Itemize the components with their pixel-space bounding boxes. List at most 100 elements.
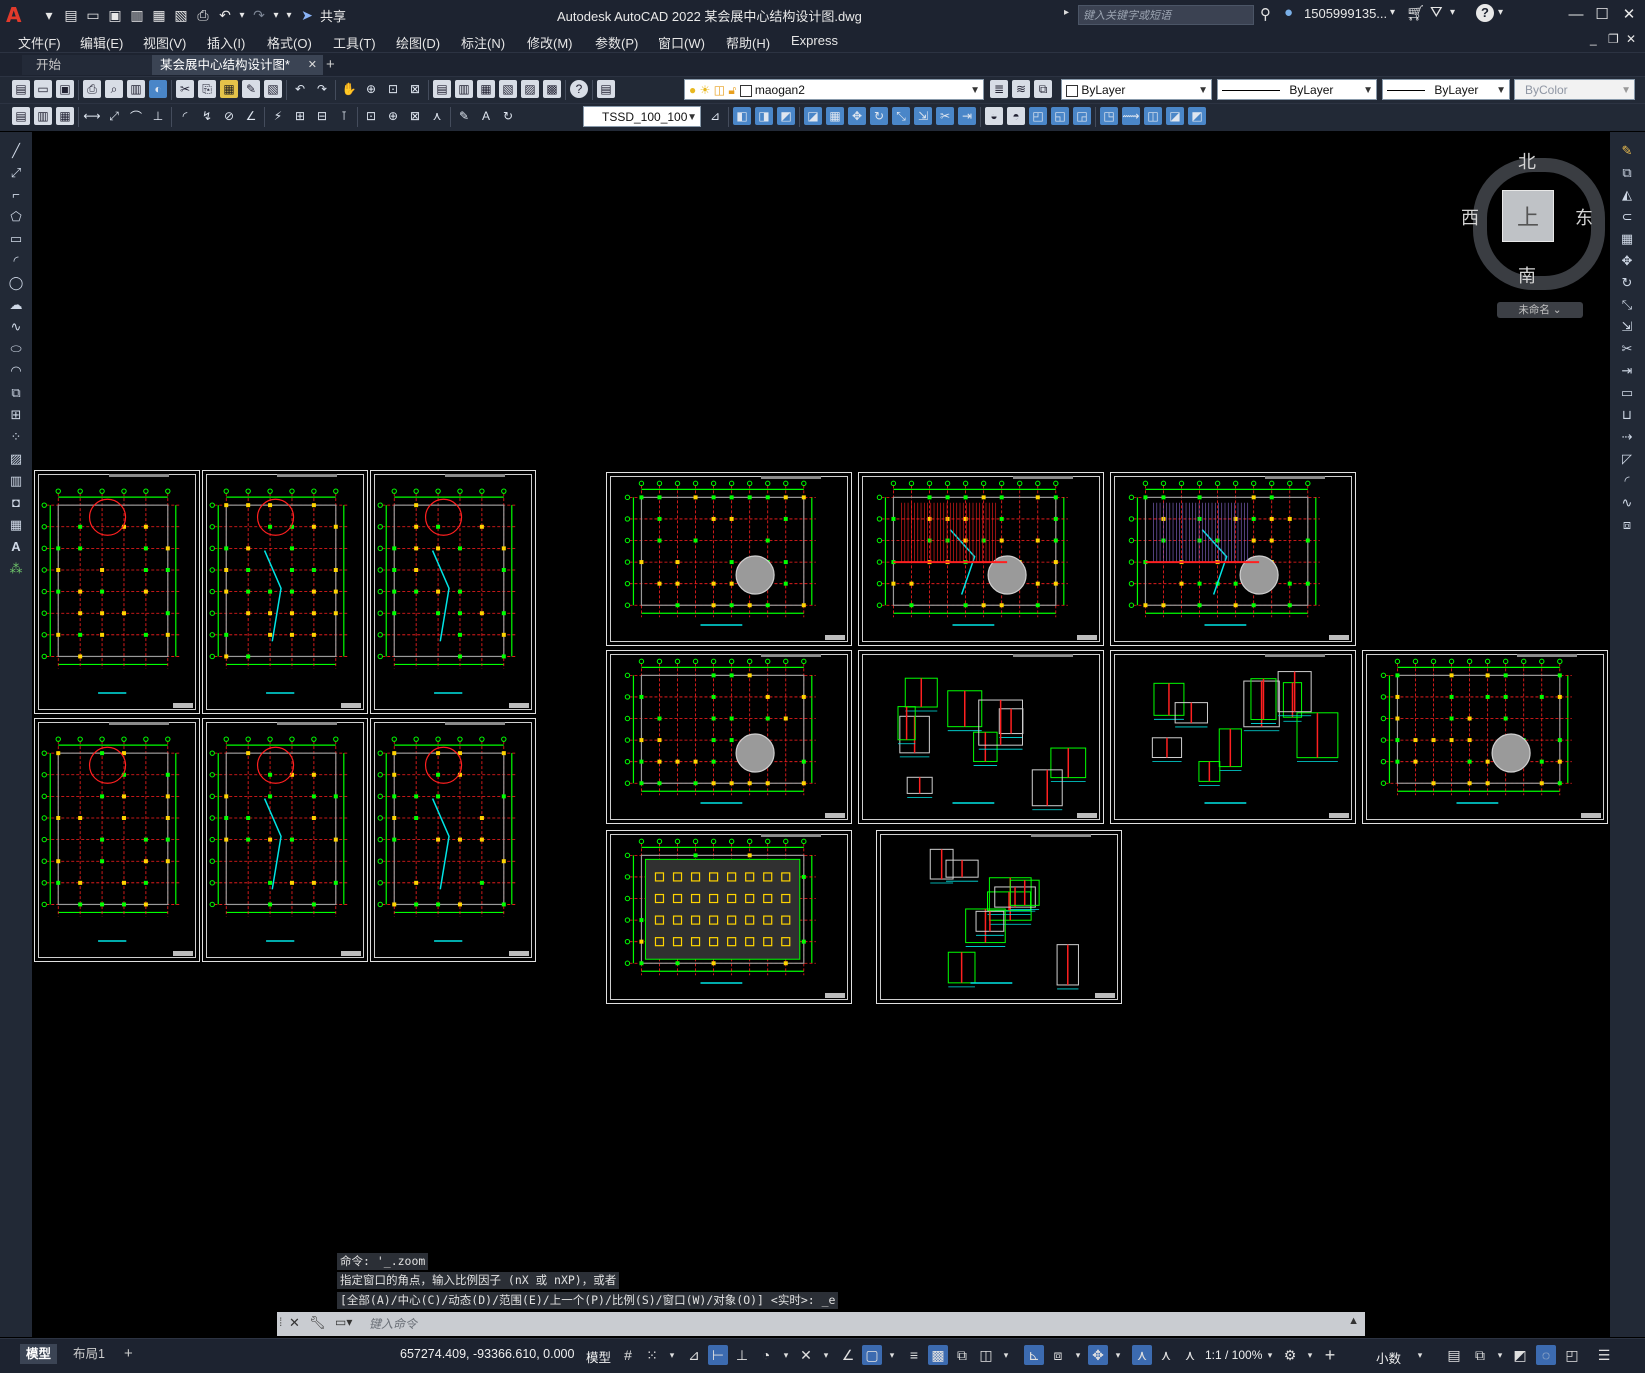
make-block-icon[interactable]: ⊞ [6,406,26,424]
modify-erase-icon[interactable]: ◧ [733,107,751,125]
erase-icon[interactable]: ✎ [1617,142,1637,160]
modify-array-icon[interactable]: ▦ [826,107,844,125]
cut-icon[interactable]: ✂ [176,80,194,98]
help-chevron-icon[interactable]: ▾ [1498,7,1503,18]
menu-modify[interactable]: 修改(M) [527,33,573,52]
dim-jogged-icon[interactable]: ↯ [198,107,216,125]
modify-chamfer-icon[interactable]: ◰ [1029,107,1047,125]
zoom-realtime-icon[interactable]: ⊕ [362,80,380,98]
selection-cycling-icon[interactable]: ⧉ [952,1345,972,1365]
command-history-toggle-icon[interactable]: ▲ [1348,1315,1359,1327]
a360-icon[interactable]: ⛛ [1430,4,1443,21]
gizmo-icon[interactable]: ✥ [1088,1345,1108,1365]
mtext-icon[interactable]: A [6,538,26,556]
open-icon[interactable]: ▭ [34,80,52,98]
add-selected-icon[interactable]: ⁂ [6,560,26,578]
dim-space-icon[interactable]: ⊺ [335,107,353,125]
dynamic-ucs-icon[interactable]: ⊾ [1024,1345,1044,1365]
explode-icon[interactable]: ⧈ [1617,516,1637,534]
dim-ordinate-icon[interactable]: ⊥ [149,107,167,125]
close-icon[interactable]: ✕ [1616,4,1642,26]
menu-window[interactable]: 窗口(W) [658,33,705,52]
sheet-b1[interactable] [606,472,852,646]
sheet-a2[interactable] [202,470,368,714]
dim-diameter-icon[interactable]: ⊘ [220,107,238,125]
lock-ui-icon[interactable]: ⧉ [1470,1345,1490,1365]
modify-lengthen-icon[interactable]: ⟿ [1122,107,1140,125]
fillet-icon[interactable]: ◜ [1617,472,1637,490]
stretch-icon[interactable]: ⇲ [1617,318,1637,336]
customize-quick-access-icon[interactable]: ▾ [282,5,296,25]
line-icon[interactable]: ╱ [6,142,26,160]
new-file-icon[interactable]: ▤ [60,5,82,25]
units-value[interactable]: 小数 [1376,1348,1401,1367]
auto-scale-icon[interactable]: ⋏ [1156,1345,1176,1365]
open-file-icon[interactable]: ▭ [82,5,104,25]
dim-radius-icon[interactable]: ◜ [176,107,194,125]
rotate-icon[interactable]: ↻ [1617,274,1637,292]
sheet-set-icon[interactable]: ▧ [499,80,517,98]
osnap-tracking-icon[interactable]: ∠ [838,1345,858,1365]
osnap-chevron-icon[interactable]: ▾ [882,1345,902,1365]
hatch-icon[interactable]: ▨ [6,450,26,468]
point-icon[interactable]: ⁘ [6,428,26,446]
osnap-icon[interactable]: ▢ [862,1345,882,1365]
color-dropdown[interactable]: ByLayer ▼ [1061,79,1212,100]
dimstyle-manager-icon[interactable]: ⊿ [706,107,724,125]
doc-close-icon[interactable]: ✕ [1626,32,1636,46]
lineweight-dropdown[interactable]: ByLayer ▼ [1382,79,1510,100]
pan-icon[interactable]: ✋ [340,80,358,98]
markup-icon[interactable]: ▨ [521,80,539,98]
construction-line-icon[interactable]: ⤢ [6,164,26,182]
selection-filter-chevron-icon[interactable]: ▾ [1068,1345,1088,1365]
center-mark-icon[interactable]: ⊕ [384,107,402,125]
jogged-linear-icon[interactable]: ⋏ [428,107,446,125]
3d-osnap-icon[interactable]: ◫ [976,1345,996,1365]
modify-mirror-icon[interactable]: ◩ [777,107,795,125]
annotation-scale-icon[interactable]: ⋏ [1180,1345,1200,1365]
offset-icon[interactable]: ⊂ [1617,208,1637,226]
circle-icon[interactable]: ◯ [6,274,26,292]
design-center-icon[interactable]: ▥ [455,80,473,98]
sheet-b7[interactable] [1362,650,1608,824]
copy-icon[interactable]: ⎘ [198,80,216,98]
copy-object-icon[interactable]: ⧉ [1617,164,1637,182]
sheet-b2[interactable] [858,472,1104,646]
sheet-a1[interactable] [34,470,200,714]
tab-model[interactable]: 模型 [20,1344,58,1364]
menu-tools[interactable]: 工具(T) [333,33,376,52]
tolerance-icon[interactable]: ⊡ [362,107,380,125]
autocad-logo[interactable]: A [6,3,36,27]
modify-join-icon[interactable]: ◓ [1007,107,1025,125]
quickcalc-icon[interactable]: ▩ [543,80,561,98]
customize-status-icon[interactable]: ☰ [1594,1345,1614,1365]
sheet-a3[interactable] [370,470,536,714]
dynamic-input-icon[interactable]: ⊢ [708,1345,728,1365]
ssd-icon[interactable]: ▤ [12,107,30,125]
dim-update-icon[interactable]: ↻ [499,107,517,125]
model-space-toggle[interactable]: 模型 [586,1347,611,1366]
plot-icon[interactable]: ⎙ [192,5,214,25]
revcloud-icon[interactable]: ☁ [6,296,26,314]
user-menu-chevron-icon[interactable]: ▾ [1390,7,1395,18]
ssd2-icon[interactable]: ▥ [34,107,52,125]
gradient-icon[interactable]: ▥ [6,472,26,490]
menu-insert[interactable]: 插入(I) [207,33,245,52]
polar-chevron-icon[interactable]: ▾ [776,1345,796,1365]
help-search-input[interactable]: 键入关键字或短语 [1078,5,1254,25]
blend-curves-icon[interactable]: ∿ [1617,494,1637,512]
tab-document[interactable]: 某会展中心结构设计图* ✕ [152,55,323,75]
tab-start[interactable]: 开始 [22,55,158,75]
isodraft-chevron-icon[interactable]: ▾ [816,1345,836,1365]
plot-toolbar-icon[interactable]: ⎙ [83,80,101,98]
properties-icon[interactable]: ▤ [433,80,451,98]
region-icon[interactable]: ◘ [6,494,26,512]
save-as-icon[interactable]: ▥ [126,5,148,25]
new-tab-button[interactable]: + [318,55,343,75]
sheet-a6[interactable] [370,718,536,962]
modify-fillet-icon[interactable]: ◱ [1051,107,1069,125]
extend-icon[interactable]: ⇥ [1617,362,1637,380]
user-icon[interactable]: ● [1284,4,1293,21]
model-space-canvas[interactable] [32,132,1610,1337]
sheet-b4[interactable] [606,650,852,824]
